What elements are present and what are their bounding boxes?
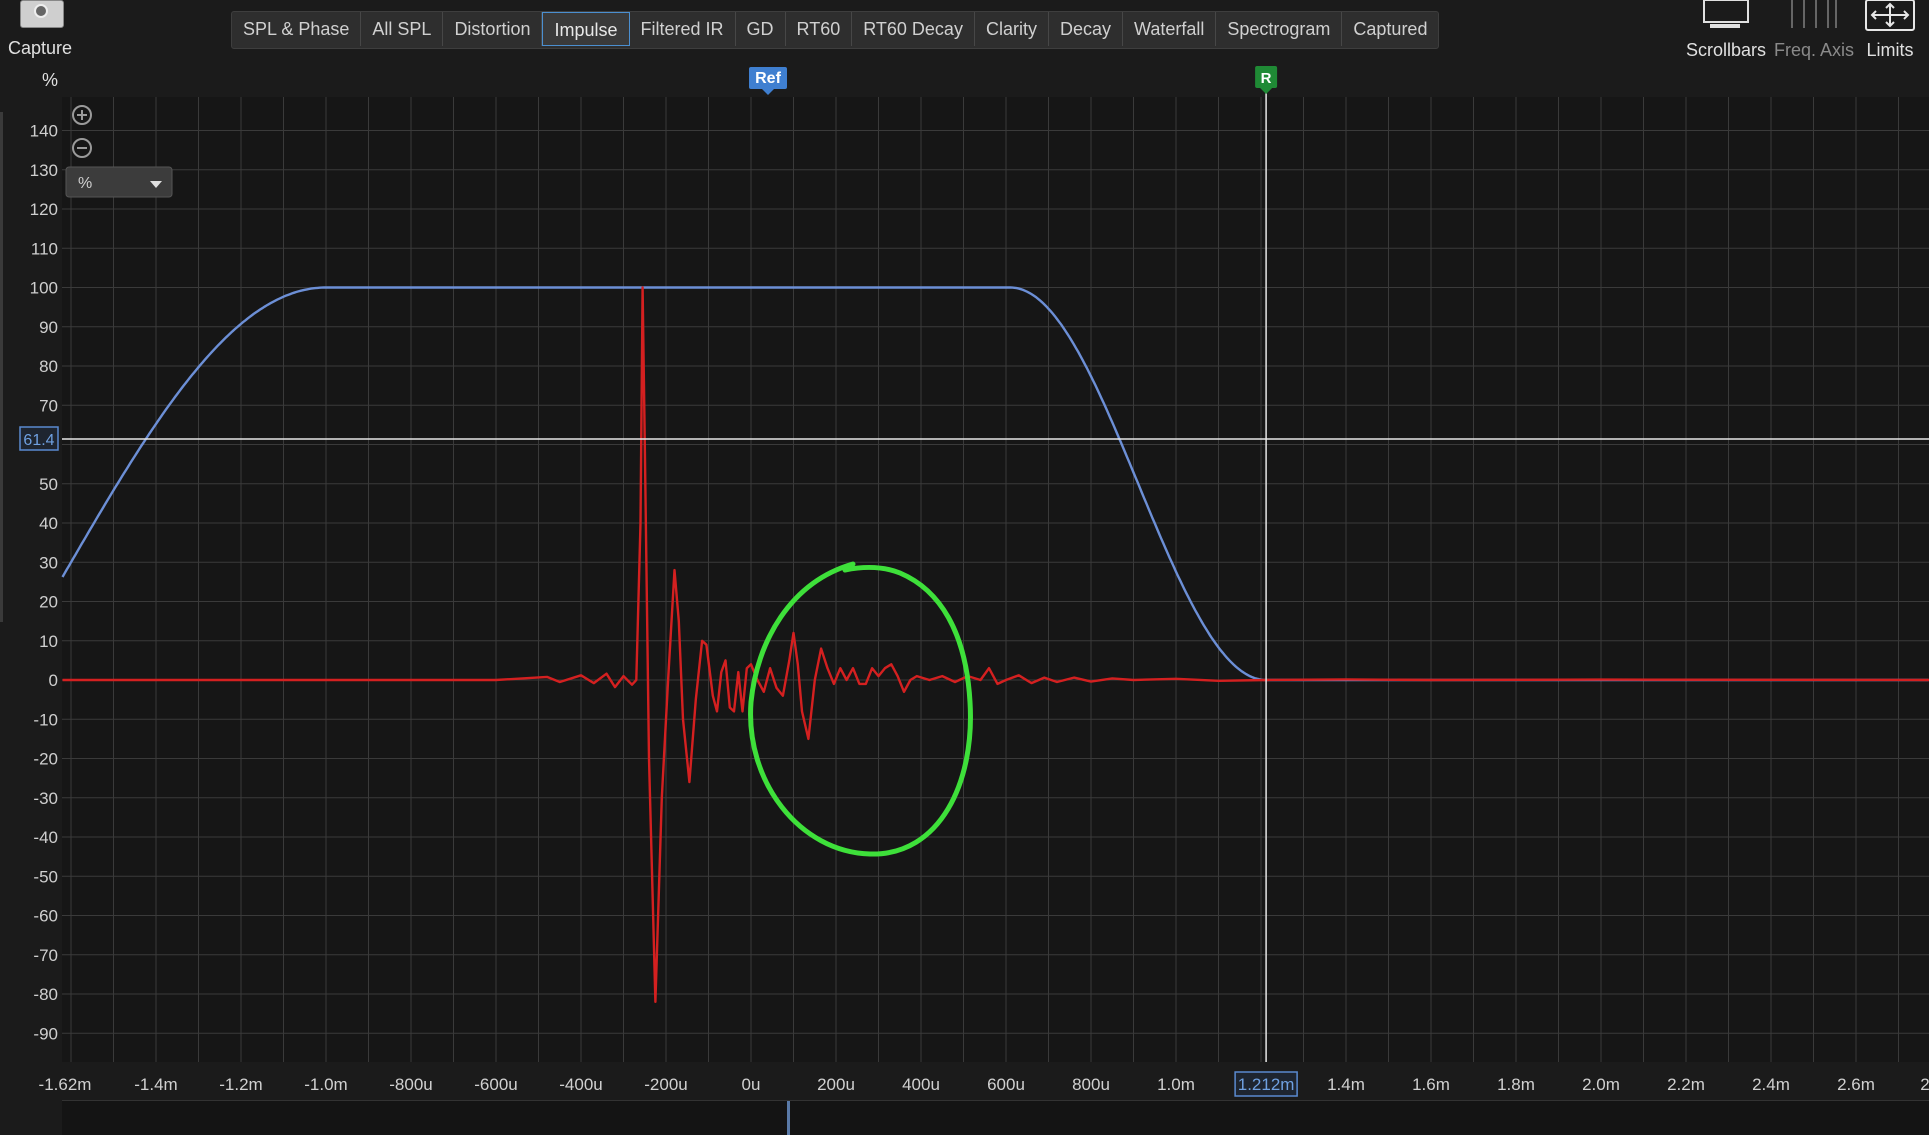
r-marker-pointer	[1260, 88, 1272, 94]
unit-dropdown[interactable]: %	[66, 167, 172, 197]
graph-tabs: SPL & PhaseAll SPLDistortionImpulseFilte…	[231, 11, 1439, 49]
unit-dropdown-value: %	[78, 175, 92, 192]
scrollbar-thumb[interactable]	[787, 1101, 790, 1135]
x-tick-label: 600u	[987, 1075, 1025, 1094]
x-tick-label: 200u	[817, 1075, 855, 1094]
tab-captured[interactable]: Captured	[1342, 12, 1438, 46]
y-tick-label: -40	[33, 828, 58, 847]
x-tick-label: -400u	[559, 1075, 602, 1094]
tab-filtered-ir[interactable]: Filtered IR	[630, 12, 736, 46]
tab-clarity[interactable]: Clarity	[975, 12, 1049, 46]
tab-rt60-decay[interactable]: RT60 Decay	[852, 12, 975, 46]
tab-spl-phase[interactable]: SPL & Phase	[232, 12, 361, 46]
y-tick-label: -10	[33, 710, 58, 729]
tab-waterfall[interactable]: Waterfall	[1123, 12, 1216, 46]
cursor-x-readout: 1.212m	[1238, 1075, 1295, 1094]
scrollbars-button[interactable]: Scrollbars	[1684, 0, 1768, 62]
y-tick-label: 50	[39, 475, 58, 494]
scrollbars-icon	[1684, 0, 1768, 34]
y-tick-label: -30	[33, 789, 58, 808]
x-tick-label: -600u	[474, 1075, 517, 1094]
tab-gd[interactable]: GD	[736, 12, 786, 46]
x-tick-label: 800u	[1072, 1075, 1110, 1094]
x-tick-label: 1.6m	[1412, 1075, 1450, 1094]
y-tick-label: 70	[39, 396, 58, 415]
x-tick-label: -200u	[644, 1075, 687, 1094]
x-tick-label: 1.0m	[1157, 1075, 1195, 1094]
y-tick-label: 110	[31, 239, 58, 258]
y-tick-label: -60	[33, 907, 58, 926]
freq-axis-label: Freq. Axis	[1774, 40, 1852, 61]
freq-axis-button[interactable]: Freq. Axis	[1774, 0, 1852, 62]
limits-button[interactable]: Limits	[1862, 0, 1918, 62]
y-tick-label: -50	[33, 867, 58, 886]
tab-all-spl[interactable]: All SPL	[361, 12, 443, 46]
y-tick-label: -90	[33, 1024, 58, 1043]
y-tick-label: 90	[39, 318, 58, 337]
tab-distortion[interactable]: Distortion	[443, 12, 542, 46]
x-tick-label: 1.8m	[1497, 1075, 1535, 1094]
x-tick-label: -1.0m	[304, 1075, 347, 1094]
y-tick-label: 80	[39, 357, 58, 376]
x-tick-label: -800u	[389, 1075, 432, 1094]
tab-spectrogram[interactable]: Spectrogram	[1216, 12, 1342, 46]
y-tick-label: 140	[30, 122, 58, 141]
horizontal-scrollbar[interactable]	[62, 1100, 1929, 1135]
tab-decay[interactable]: Decay	[1049, 12, 1123, 46]
ref-marker-pointer	[762, 89, 774, 95]
capture-button[interactable]: Capture	[0, 0, 80, 62]
capture-label: Capture	[0, 38, 80, 59]
y-tick-label: 40	[39, 514, 58, 533]
tab-rt60[interactable]: RT60	[786, 12, 853, 46]
move-arrows-icon	[1862, 0, 1918, 34]
x-tick-label: 2.4m	[1752, 1075, 1790, 1094]
y-tick-label: -20	[33, 750, 58, 769]
tab-impulse[interactable]: Impulse	[542, 12, 629, 46]
y-tick-label: 120	[30, 200, 58, 219]
x-tick-label: 2.2m	[1667, 1075, 1705, 1094]
x-tick-label: 400u	[902, 1075, 940, 1094]
y-tick-label: 130	[30, 161, 58, 180]
r-marker-label: R	[1261, 70, 1272, 87]
ref-marker-label: Ref	[755, 70, 781, 87]
impulse-plot[interactable]: 14013012011010090807050403020100-10-20-3…	[0, 62, 1929, 1102]
limits-label: Limits	[1862, 40, 1918, 61]
x-tick-label: 2	[1920, 1075, 1929, 1094]
x-tick-label: 2.6m	[1837, 1075, 1875, 1094]
scrollbars-label: Scrollbars	[1684, 40, 1768, 61]
y-tick-label: 10	[39, 632, 58, 651]
x-tick-label: -1.2m	[219, 1075, 262, 1094]
cursor-y-readout: 61.4	[23, 432, 54, 449]
x-tick-label: -1.62m	[39, 1075, 92, 1094]
y-tick-label: 100	[30, 279, 58, 298]
freq-axis-icon	[1774, 0, 1852, 34]
x-tick-label: 0u	[742, 1075, 761, 1094]
y-tick-label: -70	[33, 946, 58, 965]
y-tick-label: 0	[49, 671, 58, 690]
y-tick-label: -80	[33, 985, 58, 1004]
x-tick-label: -1.4m	[134, 1075, 177, 1094]
y-tick-label: 30	[39, 553, 58, 572]
x-tick-label: 2.0m	[1582, 1075, 1620, 1094]
camera-icon	[20, 0, 64, 28]
x-tick-label: 1.4m	[1327, 1075, 1365, 1094]
y-tick-label: 20	[39, 593, 58, 612]
plot-background	[62, 97, 1929, 1062]
